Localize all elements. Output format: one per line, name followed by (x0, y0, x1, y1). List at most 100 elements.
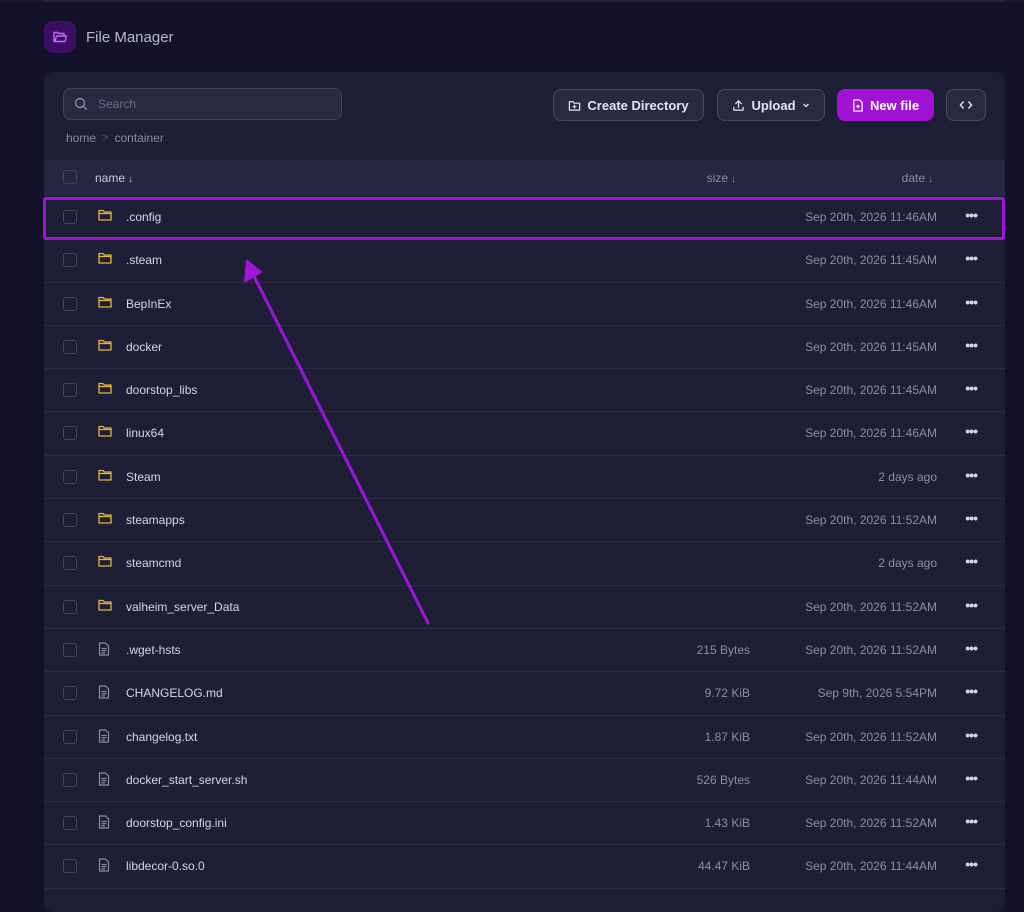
table-row[interactable]: .steam Sep 20th, 2026 11:45AM ••• (44, 239, 1005, 283)
code-view-button[interactable] (946, 89, 986, 121)
column-date-header[interactable]: date ↓ (902, 171, 933, 185)
row-checkbox[interactable] (63, 686, 77, 701)
table-row[interactable]: docker_start_server.sh 526 Bytes Sep 20th,… (44, 759, 1005, 803)
row-checkbox[interactable] (63, 816, 77, 831)
table-row[interactable]: Steam 2 days ago ••• (44, 456, 1005, 500)
file-name[interactable]: libdecor-0.so.0 (126, 859, 205, 873)
more-options-icon[interactable]: ••• (965, 770, 978, 786)
top-divider (44, 0, 1004, 2)
search-box[interactable] (63, 88, 342, 120)
table-row[interactable]: .wget-hsts 215 Bytes Sep 20th, 2026 11:52A… (44, 629, 1005, 673)
table-row[interactable]: CHANGELOG.md 9.72 KiB Sep 9th, 2026 5:54PM… (44, 672, 1005, 716)
file-name[interactable]: valheim_server_Data (126, 600, 239, 614)
file-size: 215 Bytes (696, 642, 750, 657)
folder-icon (98, 296, 112, 311)
file-name[interactable]: CHANGELOG.md (126, 686, 223, 700)
file-name[interactable]: .config (126, 210, 161, 224)
breadcrumb-home[interactable]: home (66, 131, 96, 145)
row-checkbox[interactable] (63, 339, 77, 354)
folder-icon (98, 382, 112, 397)
table-row[interactable]: steamcmd 2 days ago ••• (44, 542, 1005, 586)
more-options-icon[interactable]: ••• (965, 727, 978, 743)
folder-plus-icon (569, 100, 581, 111)
folder-icon (98, 469, 112, 484)
folder-icon (98, 425, 112, 440)
more-options-icon[interactable]: ••• (965, 207, 978, 223)
more-options-icon[interactable]: ••• (965, 337, 978, 353)
more-options-icon[interactable]: ••• (965, 683, 978, 699)
file-name[interactable]: linux64 (126, 426, 164, 440)
file-size: 526 Bytes (696, 772, 750, 787)
row-checkbox[interactable] (63, 642, 77, 657)
table-row[interactable]: changelog.txt 1.87 KiB Sep 20th, 2026 11:5… (44, 716, 1005, 759)
more-options-icon[interactable]: ••• (965, 813, 978, 829)
row-checkbox[interactable] (63, 426, 77, 441)
table-row[interactable]: doorstop_config.ini 1.43 KiB Sep 20th, 202… (44, 802, 1005, 846)
more-options-icon[interactable]: ••• (965, 510, 978, 526)
file-date: Sep 20th, 2026 11:45AM (805, 383, 937, 398)
chevron-down-icon (802, 103, 809, 108)
file-name[interactable]: doorstop_libs (126, 383, 197, 397)
file-name[interactable]: .steam (126, 253, 162, 267)
folder-icon (98, 512, 112, 527)
breadcrumb-container[interactable]: container (114, 131, 163, 145)
row-checkbox[interactable] (63, 210, 77, 224)
upload-label: Upload (751, 97, 796, 113)
file-date: Sep 9th, 2026 5:54PM (817, 686, 937, 701)
table-row[interactable]: libdecor-0.so.0 44.47 KiB Sep 20th, 2026 1… (44, 845, 1005, 889)
row-checkbox[interactable] (63, 599, 77, 614)
more-options-icon[interactable]: ••• (965, 467, 978, 483)
file-name[interactable]: doorstop_config.ini (126, 816, 227, 830)
new-file-button[interactable]: New file (837, 89, 934, 121)
file-date: Sep 20th, 2026 11:52AM (805, 599, 937, 614)
file-date: Sep 20th, 2026 11:44AM (805, 859, 937, 874)
table-row[interactable]: docker Sep 20th, 2026 11:45AM ••• (44, 326, 1005, 370)
file-date: Sep 20th, 2026 11:52AM (805, 513, 937, 528)
row-checkbox[interactable] (63, 469, 77, 484)
column-size-header[interactable]: size ↓ (707, 171, 736, 185)
folder-icon (98, 339, 112, 354)
search-input[interactable] (96, 96, 330, 112)
file-name[interactable]: steamapps (126, 513, 185, 527)
file-name[interactable]: Steam (126, 470, 161, 484)
more-options-icon[interactable]: ••• (965, 250, 978, 266)
file-name[interactable]: changelog.txt (126, 730, 197, 744)
row-checkbox[interactable] (63, 513, 77, 528)
row-checkbox[interactable] (63, 296, 77, 311)
table-row[interactable]: linux64 Sep 20th, 2026 11:46AM ••• (44, 412, 1005, 456)
row-checkbox[interactable] (63, 253, 77, 268)
more-options-icon[interactable]: ••• (965, 380, 978, 396)
more-options-icon[interactable]: ••• (965, 423, 978, 439)
row-checkbox[interactable] (63, 772, 77, 787)
more-options-icon[interactable]: ••• (965, 294, 978, 310)
row-checkbox[interactable] (63, 383, 77, 398)
file-name[interactable]: steamcmd (126, 556, 181, 570)
table-row[interactable]: BepInEx Sep 20th, 2026 11:46AM ••• (44, 283, 1005, 326)
column-name-header[interactable]: name ↓ (95, 171, 133, 185)
file-name[interactable]: .wget-hsts (126, 643, 181, 657)
more-options-icon[interactable]: ••• (965, 640, 978, 656)
file-icon (98, 772, 110, 789)
file-name[interactable]: docker (126, 340, 162, 354)
folder-icon (98, 555, 112, 570)
file-icon (98, 642, 110, 659)
table-row[interactable]: steamapps Sep 20th, 2026 11:52AM ••• (44, 499, 1005, 543)
select-all-checkbox[interactable] (63, 170, 77, 184)
table-row[interactable]: .config Sep 20th, 2026 11:46AM ••• (44, 196, 1005, 240)
table-row[interactable]: doorstop_libs Sep 20th, 2026 11:45AM ••• (44, 369, 1005, 413)
create-directory-button[interactable]: Create Directory (553, 89, 704, 121)
more-options-icon[interactable]: ••• (965, 553, 978, 569)
table-row[interactable]: valheim_server_Data Sep 20th, 2026 11:52A… (44, 586, 1005, 629)
file-icon (98, 858, 110, 875)
file-plus-icon (853, 98, 863, 112)
more-options-icon[interactable]: ••• (965, 597, 978, 613)
file-size: 44.47 KiB (697, 859, 750, 874)
new-file-label: New file (869, 97, 920, 113)
more-options-icon[interactable]: ••• (965, 856, 978, 872)
row-checkbox[interactable] (63, 859, 77, 874)
file-name[interactable]: docker_start_server.sh (126, 773, 247, 787)
row-checkbox[interactable] (63, 729, 77, 744)
row-checkbox[interactable] (63, 556, 77, 571)
upload-button[interactable]: Upload (717, 89, 825, 121)
file-name[interactable]: BepInEx (126, 297, 171, 311)
